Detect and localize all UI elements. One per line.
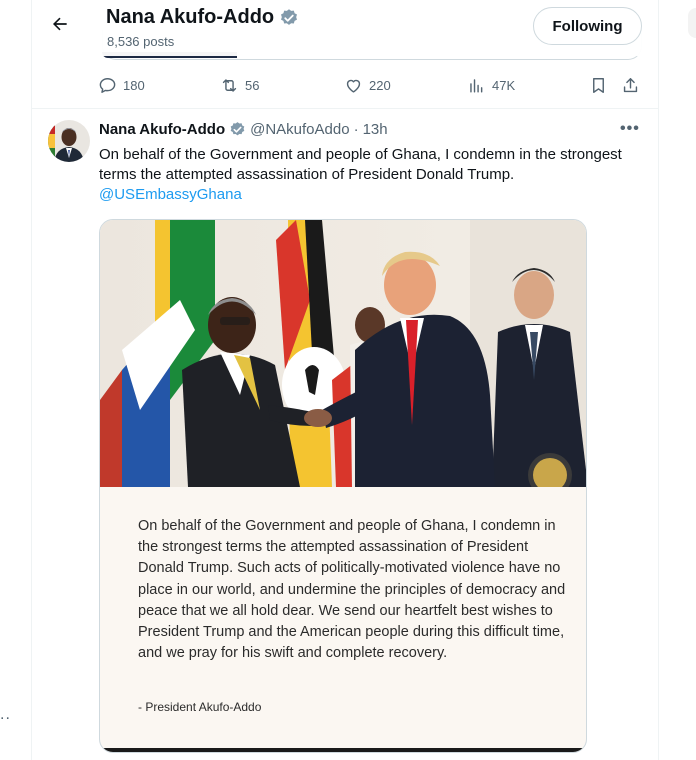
avatar-portrait-image bbox=[48, 120, 90, 162]
action-bar: 180 56 220 47K bbox=[32, 70, 658, 100]
more-options-icon[interactable]: ••• bbox=[620, 120, 640, 138]
avatar[interactable] bbox=[48, 120, 90, 162]
heart-icon bbox=[346, 79, 361, 93]
handshake-photo bbox=[100, 220, 586, 487]
posts-count: 8,536 posts bbox=[107, 34, 175, 49]
repost-count: 56 bbox=[245, 77, 260, 93]
share-button[interactable] bbox=[621, 70, 640, 100]
bookmark-button[interactable] bbox=[589, 70, 608, 100]
tweet-media[interactable]: On behalf of the Government and people o… bbox=[99, 219, 587, 753]
bookmark-icon bbox=[593, 77, 604, 93]
verified-badge-icon bbox=[230, 122, 245, 136]
author-handle[interactable]: @NAkufoAddo bbox=[250, 121, 349, 138]
statement-text: On behalf of the Government and people o… bbox=[138, 518, 566, 662]
tweet-body: On behalf of the Government and people o… bbox=[99, 145, 639, 205]
repost-button[interactable]: 56 bbox=[220, 70, 259, 100]
right-edge-element bbox=[688, 8, 696, 38]
profile-name: Nana Akufo-Addo bbox=[106, 6, 275, 28]
views-button[interactable]: 47K bbox=[467, 70, 515, 100]
column-border-left bbox=[31, 0, 32, 760]
repost-icon bbox=[222, 78, 237, 92]
like-button[interactable]: 220 bbox=[344, 70, 391, 100]
back-arrow-icon bbox=[53, 17, 67, 31]
profile-header: Nana Akufo-Addo 8,536 posts Following bbox=[32, 0, 658, 56]
share-icon bbox=[623, 77, 638, 92]
reply-button[interactable]: 180 bbox=[98, 70, 145, 100]
mention-link[interactable]: @USEmbassyGhana bbox=[99, 185, 639, 205]
separator-dot: · bbox=[353, 121, 359, 138]
tweet-header: Nana Akufo-Addo @NAkufoAddo · 13h bbox=[99, 121, 388, 138]
verified-badge-icon bbox=[281, 8, 298, 25]
views-count: 47K bbox=[492, 77, 516, 93]
tweet-divider bbox=[32, 108, 658, 109]
back-button[interactable] bbox=[46, 10, 74, 38]
sidebar-fragment-dots: .. bbox=[0, 706, 11, 723]
reply-icon bbox=[99, 77, 116, 93]
views-icon bbox=[470, 78, 483, 93]
header-title: Nana Akufo-Addo bbox=[106, 6, 299, 29]
reply-count: 180 bbox=[123, 77, 145, 93]
like-count: 220 bbox=[369, 77, 391, 93]
timestamp[interactable]: 13h bbox=[363, 121, 388, 138]
tweet-text: On behalf of the Government and people o… bbox=[99, 146, 622, 183]
author-name[interactable]: Nana Akufo-Addo bbox=[99, 121, 225, 138]
statement-signature: - President Akufo-Addo bbox=[138, 700, 262, 714]
column-border-right bbox=[658, 0, 659, 760]
media-bottom-edge bbox=[100, 748, 586, 752]
following-button[interactable]: Following bbox=[533, 7, 642, 45]
